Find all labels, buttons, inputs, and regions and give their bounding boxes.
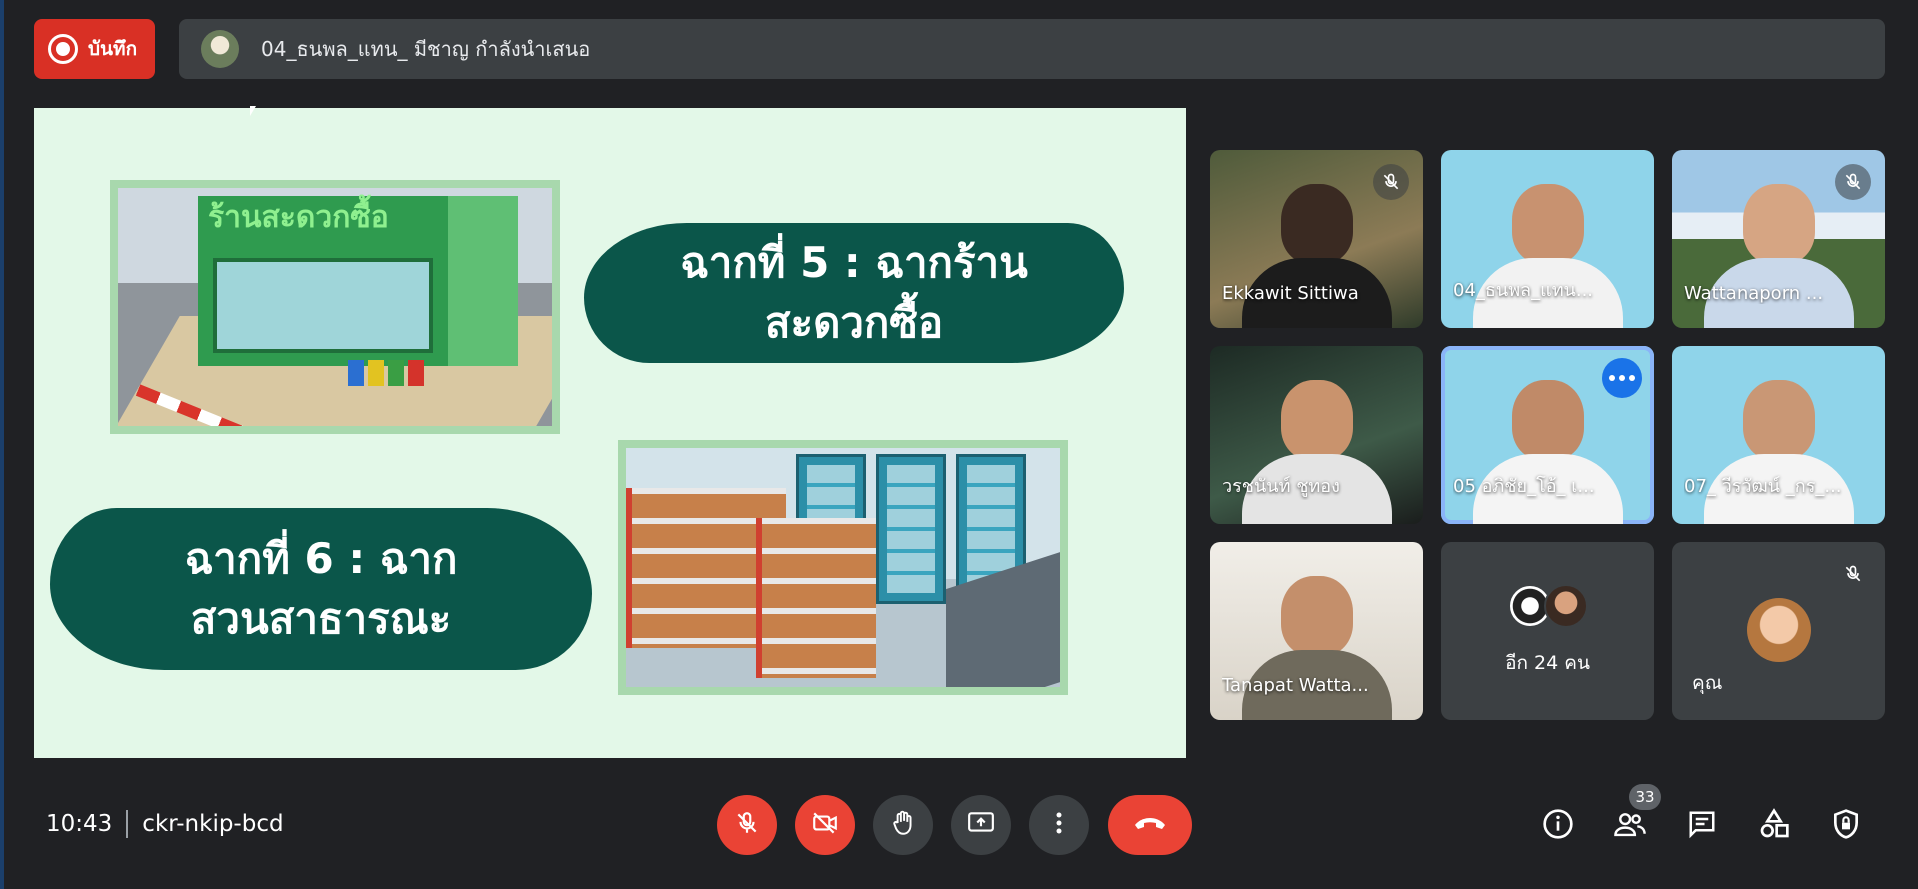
raise-hand-icon xyxy=(890,809,916,841)
others-avatars xyxy=(1507,584,1588,628)
clock-time: 10:43 xyxy=(46,811,113,837)
scene-6-label: ฉากที่ 6 : ฉาก สวนสาธารณะ xyxy=(50,508,592,670)
more-options-button[interactable] xyxy=(1029,795,1089,855)
chat-icon xyxy=(1686,809,1718,843)
hang-up-icon xyxy=(1133,815,1167,835)
mouse-cursor xyxy=(250,106,256,116)
participant-tile-active[interactable]: 05 อภิชัย_โอ้_ เ... xyxy=(1441,346,1654,524)
more-options-icon[interactable] xyxy=(1602,358,1642,398)
people-count-badge: 33 xyxy=(1629,784,1661,810)
more-vert-icon xyxy=(1055,811,1063,839)
participant-name: 07_ วีรวัฒน์ _กร_... xyxy=(1684,476,1842,497)
self-avatar xyxy=(1746,598,1811,662)
participant-name: วรชนันท์ ชูทอง xyxy=(1222,476,1340,497)
scene-5-line1: ฉากที่ 5 : ฉากร้าน xyxy=(680,238,1028,287)
present-screen-button[interactable] xyxy=(951,795,1011,855)
participant-name: Tanapat Watta... xyxy=(1222,675,1369,696)
microphone-toggle-button[interactable] xyxy=(717,795,777,855)
scene-6-line1: ฉากที่ 6 : ฉาก xyxy=(184,534,458,583)
people-icon xyxy=(1613,809,1647,843)
others-count-label: อีก 24 คน xyxy=(1505,652,1590,674)
record-icon xyxy=(48,34,78,64)
record-button[interactable]: บันทึก xyxy=(34,19,155,79)
mic-off-icon xyxy=(1835,556,1871,592)
participant-tile[interactable]: 07_ วีรวัฒน์ _กร_... xyxy=(1672,346,1885,524)
participant-tile[interactable]: วรชนันท์ ชูทอง xyxy=(1210,346,1423,524)
info-icon xyxy=(1542,808,1574,844)
presenter-banner[interactable]: 04_ธนพล_แทน_ มีชาญ กำลังนำเสนอ xyxy=(179,19,1885,79)
participant-tile[interactable]: Tanapat Watta... xyxy=(1210,542,1423,720)
convenience-store-image: ร้านสะดวกซื้อ xyxy=(110,180,560,434)
host-controls-button[interactable] xyxy=(1822,802,1870,850)
presentation-slide[interactable]: ร้านสะดวกซื้อ ฉากที่ 5 : ฉากร้าน สะดวกซื… xyxy=(34,108,1186,758)
camera-off-icon xyxy=(811,810,839,840)
leave-call-button[interactable] xyxy=(1108,795,1192,855)
window-edge xyxy=(0,0,4,889)
host-controls-icon xyxy=(1831,808,1861,844)
presenter-avatar xyxy=(201,30,239,68)
participant-name: 05 อภิชัย_โอ้_ เ... xyxy=(1453,476,1595,497)
participant-tile[interactable]: 04_ธนพล_แทน... xyxy=(1441,150,1654,328)
chat-button[interactable] xyxy=(1678,802,1726,850)
record-label: บันทึก xyxy=(88,38,138,60)
participant-name: 04_ธนพล_แทน... xyxy=(1453,280,1594,301)
scene-6-line2: สวนสาธารณะ xyxy=(190,594,452,643)
participant-tile[interactable]: Wattanaporn ... xyxy=(1672,150,1885,328)
self-label: คุณ xyxy=(1692,672,1723,694)
store-interior-image xyxy=(618,440,1068,695)
others-tile[interactable]: อีก 24 คน xyxy=(1441,542,1654,720)
self-tile[interactable]: คุณ xyxy=(1672,542,1885,720)
participant-name: Wattanaporn ... xyxy=(1684,283,1824,304)
raise-hand-button[interactable] xyxy=(873,795,933,855)
activities-button[interactable] xyxy=(1750,802,1798,850)
scene-5-line2: สะดวกซื้อ xyxy=(764,298,944,347)
meeting-info: 10:43 ckr-nkip-bcd xyxy=(46,810,284,838)
mic-off-icon xyxy=(1373,164,1409,200)
mic-off-icon xyxy=(734,810,760,840)
present-icon xyxy=(967,811,995,839)
scene-5-label: ฉากที่ 5 : ฉากร้าน สะดวกซื้อ xyxy=(584,223,1124,363)
meeting-code: ckr-nkip-bcd xyxy=(142,811,284,837)
participant-name: Ekkawit Sittiwa xyxy=(1222,283,1359,304)
mic-off-icon xyxy=(1835,164,1871,200)
activities-icon xyxy=(1758,808,1790,844)
meeting-details-button[interactable] xyxy=(1534,802,1582,850)
divider xyxy=(126,810,129,838)
store-sign-text: ร้านสะดวกซื้อ xyxy=(208,200,389,235)
participant-tile[interactable]: Ekkawit Sittiwa xyxy=(1210,150,1423,328)
presenter-text: 04_ธนพล_แทน_ มีชาญ กำลังนำเสนอ xyxy=(261,37,591,61)
camera-toggle-button[interactable] xyxy=(795,795,855,855)
